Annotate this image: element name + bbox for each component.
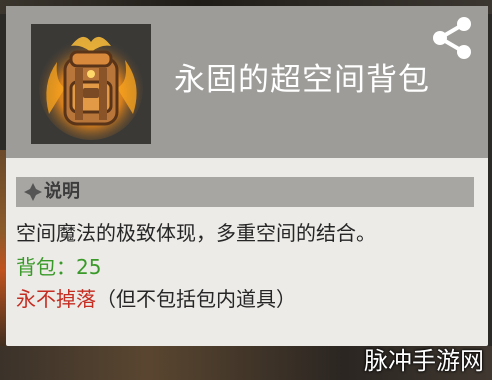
glowing-backpack-icon (31, 24, 151, 144)
share-button[interactable] (428, 14, 476, 62)
diamond-bullet-icon (24, 183, 42, 201)
binding-note: （但不包括包内道具） (96, 287, 296, 311)
binding-label: 永不掉落 (16, 287, 96, 311)
item-icon-frame[interactable] (31, 24, 151, 144)
item-tooltip: 永固的超空间背包 说明 空间魔法的极致体现，多重空间的结合。 背包：25 永不掉… (6, 6, 488, 346)
item-name: 永固的超空间背包 (174, 62, 430, 98)
section-title: 说明 (44, 181, 80, 202)
binding-line: 永不掉落（但不包括包内道具） (16, 284, 296, 314)
share-icon (433, 17, 471, 59)
description-section-header: 说明 (16, 177, 474, 207)
item-stat: 背包：25 (16, 255, 102, 279)
watermark: 脉冲手游网 (364, 347, 484, 375)
item-description: 空间魔法的极致体现，多重空间的结合。 (16, 221, 376, 245)
tooltip-header: 永固的超空间背包 (6, 6, 488, 158)
